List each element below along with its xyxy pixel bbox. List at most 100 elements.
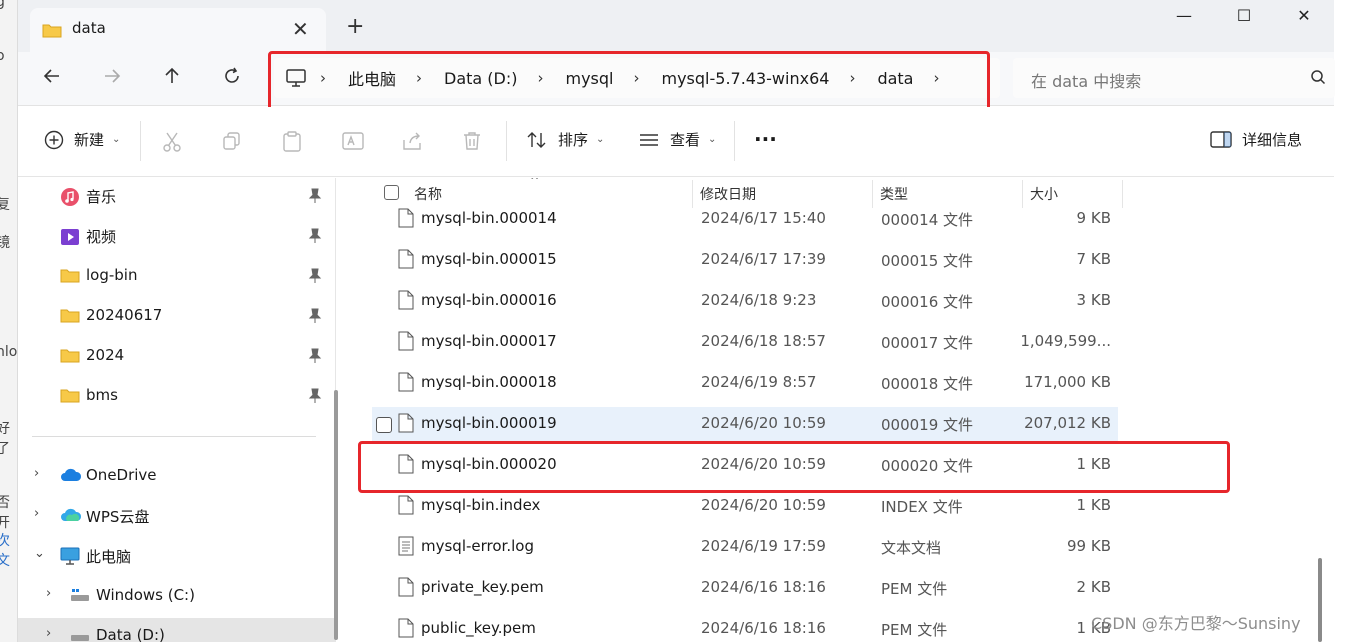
minimize-button[interactable]: — (1164, 6, 1204, 25)
sidebar-item-label: Windows (C:) (96, 586, 195, 604)
refresh-button[interactable] (222, 66, 242, 91)
search-icon (1311, 70, 1326, 85)
sidebar-item-label: log-bin (86, 266, 138, 284)
close-window-button[interactable]: ✕ (1284, 6, 1324, 25)
sort-button[interactable]: 排序 ⌄ (526, 129, 604, 150)
pin-icon (308, 228, 322, 243)
sidebar-item-windows-c[interactable]: › Windows (C:) (18, 578, 336, 614)
sidebar-item-label: 2024 (86, 346, 125, 364)
file-icon (398, 372, 414, 392)
nav-pane-scrollbar[interactable] (334, 390, 338, 640)
chevron-right-icon[interactable]: › (46, 626, 51, 641)
sort-ascending-icon: ^ (530, 178, 540, 187)
forward-button[interactable] (102, 66, 122, 91)
sidebar-item-data-d[interactable]: › Data (D:) (18, 618, 336, 642)
drive-icon (71, 635, 89, 641)
chevron-right-icon[interactable]: › (46, 586, 51, 601)
table-row[interactable]: mysql-bin.000016 2024/6/18 9:23 000016 文… (372, 284, 1118, 318)
sidebar-item-20240617[interactable]: 20240617 (18, 298, 336, 334)
text-file-icon (398, 536, 414, 556)
sidebar-item-bms[interactable]: bms (18, 378, 336, 414)
chevron-down-icon: ⌄ (596, 134, 605, 145)
tab-close-icon[interactable]: ✕ (292, 17, 309, 41)
divider (140, 121, 141, 161)
tab-data[interactable]: data ✕ (30, 8, 326, 52)
chevron-right-icon[interactable]: › (34, 466, 39, 481)
file-size: 3 KB (1076, 291, 1111, 309)
new-button[interactable]: 新建 ⌄ (44, 129, 120, 150)
table-row[interactable]: mysql-bin.000015 2024/6/17 17:39 000015 … (372, 243, 1118, 277)
new-label: 新建 (74, 131, 105, 149)
delete-icon[interactable] (462, 131, 482, 151)
folder-icon (42, 24, 62, 38)
file-name: mysql-bin.index (421, 496, 541, 514)
file-list-scrollbar[interactable] (1318, 558, 1322, 642)
refresh-icon (225, 67, 239, 83)
column-header-name[interactable]: 名称 (414, 184, 442, 204)
sidebar-item-this-pc[interactable]: ⌄ 此电脑 (18, 538, 336, 574)
copy-icon[interactable] (222, 131, 242, 151)
column-header-date[interactable]: 修改日期 (700, 184, 756, 204)
sidebar-item-label: 20240617 (86, 306, 163, 324)
new-tab-button[interactable]: + (346, 14, 364, 39)
chevron-right-icon[interactable]: › (34, 506, 39, 521)
file-icon (398, 495, 414, 515)
file-name: mysql-bin.000018 (421, 373, 557, 391)
file-type: PEM 文件 (881, 621, 948, 639)
title-bar: data ✕ + — ☐ ✕ (18, 0, 1334, 52)
sidebar-item-music[interactable]: 音乐 (18, 178, 336, 214)
file-size: 207,012 KB (1024, 414, 1111, 432)
file-date: 2024/6/18 9:23 (701, 291, 817, 309)
sidebar-item-wps-cloud[interactable]: › WPS云盘 (18, 498, 336, 534)
sidebar-item-label: 此电脑 (86, 548, 132, 566)
bg-fragment: o (0, 48, 5, 64)
file-icon (398, 208, 414, 228)
file-icon (398, 577, 414, 597)
file-icon (398, 331, 414, 351)
file-type: 000016 文件 (881, 293, 974, 311)
table-row[interactable]: private_key.pem 2024/6/16 18:16 PEM 文件 2… (372, 571, 1118, 605)
sidebar-item-log-bin[interactable]: log-bin (18, 258, 336, 294)
sidebar-item-2024[interactable]: 2024 (18, 338, 336, 374)
more-button[interactable]: ··· (754, 127, 777, 151)
chevron-down-icon[interactable]: ⌄ (34, 546, 45, 561)
column-header-type[interactable]: 类型 (880, 184, 908, 204)
table-row[interactable]: public_key.pem 2024/6/16 18:16 PEM 文件 1 … (372, 612, 1118, 642)
table-row[interactable]: mysql-bin.000019 2024/6/20 10:59 000019 … (372, 407, 1118, 441)
table-row[interactable]: mysql-bin.000014 2024/6/17 15:40 000014 … (372, 202, 1118, 236)
file-icon (398, 413, 414, 433)
sidebar-item-label: 视频 (86, 228, 117, 246)
share-icon[interactable] (402, 131, 424, 151)
background-window-edge: g o 复 镜 nlo 好了 否开 次文 (0, 0, 18, 642)
arrow-right-icon (105, 69, 121, 83)
bg-fragment: 次文 (0, 530, 17, 570)
view-button[interactable]: 查看 ⌄ (638, 129, 716, 150)
paste-icon[interactable] (282, 131, 302, 153)
address-highlight-box (268, 51, 990, 112)
details-pane-button[interactable]: 详细信息 (1210, 129, 1302, 150)
file-date: 2024/6/20 10:59 (701, 496, 826, 514)
table-row[interactable]: mysql-bin.000017 2024/6/18 18:57 000017 … (372, 325, 1118, 359)
sidebar-item-onedrive[interactable]: › OneDrive (18, 458, 336, 494)
column-header-size[interactable]: 大小 (1030, 184, 1058, 204)
back-button[interactable] (42, 66, 62, 91)
row-checkbox[interactable] (376, 417, 392, 433)
file-date: 2024/6/19 8:57 (701, 373, 817, 391)
file-date: 2024/6/16 18:16 (701, 619, 826, 637)
table-row[interactable]: mysql-bin.index 2024/6/20 10:59 INDEX 文件… (372, 489, 1118, 523)
sidebar-item-label: Data (D:) (96, 626, 165, 642)
pin-icon (308, 188, 322, 203)
file-size: 9 KB (1076, 209, 1111, 227)
table-row[interactable]: mysql-bin.000018 2024/6/19 8:57 000018 文… (372, 366, 1118, 400)
cut-icon[interactable] (162, 131, 182, 153)
column-divider[interactable] (1122, 180, 1123, 208)
rename-icon[interactable] (342, 131, 364, 151)
bg-fragment: nlo (0, 344, 18, 360)
table-row[interactable]: mysql-error.log 2024/6/19 17:59 文本文档 99 … (372, 530, 1118, 564)
select-all-checkbox[interactable] (384, 185, 399, 200)
up-button[interactable] (162, 66, 182, 91)
search-box[interactable]: 在 data 中搜索 (1013, 58, 1335, 98)
sidebar-item-video[interactable]: 视频 (18, 218, 336, 254)
maximize-button[interactable]: ☐ (1224, 6, 1264, 25)
search-input[interactable]: 在 data 中搜索 (1031, 68, 1141, 92)
